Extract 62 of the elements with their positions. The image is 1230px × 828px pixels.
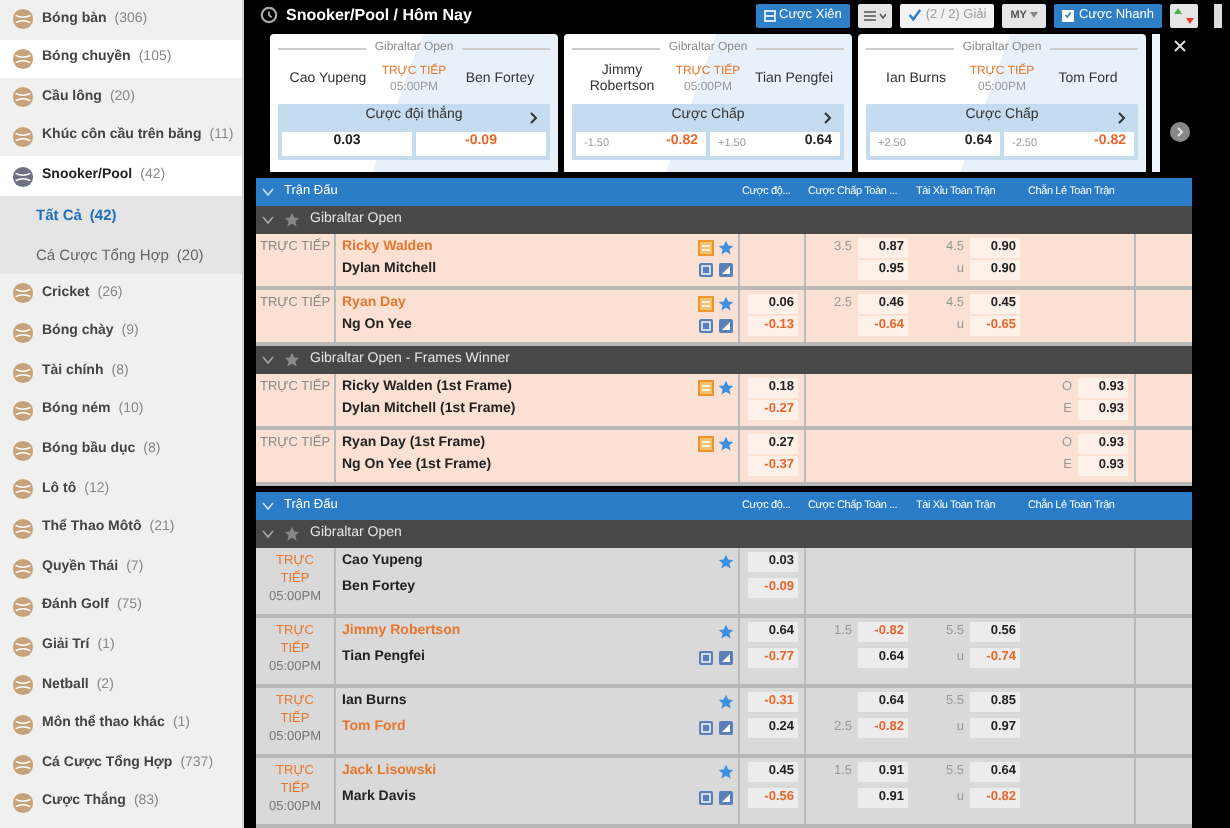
stats-badge-icon[interactable] xyxy=(698,436,714,452)
checkbox[interactable] xyxy=(1062,9,1075,22)
sport-icon xyxy=(12,635,34,658)
chart-icon[interactable] xyxy=(718,262,734,278)
chart-icon[interactable] xyxy=(718,318,734,334)
sport-icon xyxy=(12,400,34,423)
tv-icon[interactable] xyxy=(698,720,714,736)
sport-icon xyxy=(12,126,34,149)
star-icon[interactable] xyxy=(718,554,734,570)
chevron-right-icon[interactable] xyxy=(530,111,538,124)
scroll-handle[interactable] xyxy=(1214,3,1222,28)
tv-icon[interactable] xyxy=(698,262,714,278)
sport-icon xyxy=(12,713,34,736)
chevron-right-icon[interactable] xyxy=(824,111,832,124)
sort-icon xyxy=(863,9,886,22)
sport-icon xyxy=(12,282,34,305)
up-down-icon[interactable] xyxy=(1170,3,1198,28)
sport-icon xyxy=(12,478,34,501)
chevron-down-icon[interactable] xyxy=(262,216,274,224)
close-icon[interactable] xyxy=(1174,39,1186,52)
tv-icon[interactable] xyxy=(698,790,714,806)
sport-icon xyxy=(12,792,34,815)
clock-icon xyxy=(260,6,278,25)
sport-icon xyxy=(12,47,34,70)
check-icon xyxy=(907,8,922,23)
chevron-down-icon[interactable] xyxy=(262,530,274,538)
page-title: Snooker/Pool / Hôm Nay xyxy=(286,3,472,28)
tv-icon[interactable] xyxy=(698,318,714,334)
stats-badge-icon[interactable] xyxy=(698,240,714,256)
stats-badge-icon[interactable] xyxy=(698,380,714,396)
star-icon[interactable] xyxy=(718,296,734,312)
sport-icon xyxy=(12,86,34,109)
sport-icon xyxy=(12,8,34,31)
sport-icon xyxy=(12,753,34,776)
stats-badge-icon[interactable] xyxy=(698,296,714,312)
list-icon xyxy=(763,9,775,22)
card-edge xyxy=(1152,33,1160,172)
star-icon[interactable] xyxy=(284,352,300,368)
chevron-down-icon[interactable] xyxy=(262,356,274,364)
star-icon[interactable] xyxy=(718,624,734,640)
chart-icon[interactable] xyxy=(718,720,734,736)
sport-icon xyxy=(12,322,34,345)
sport-icon xyxy=(12,557,34,580)
chart-icon[interactable] xyxy=(718,790,734,806)
sport-icon xyxy=(12,361,34,384)
sport-icon xyxy=(12,439,34,462)
star-icon[interactable] xyxy=(718,436,734,452)
chart-icon[interactable] xyxy=(718,650,734,666)
sport-icon xyxy=(12,518,34,541)
sport-icon xyxy=(12,596,34,619)
star-icon[interactable] xyxy=(284,212,300,228)
tv-icon[interactable] xyxy=(698,650,714,666)
caret-icon xyxy=(1030,12,1039,19)
star-icon[interactable] xyxy=(284,526,300,542)
star-icon[interactable] xyxy=(718,764,734,780)
chevron-right-icon[interactable] xyxy=(1118,111,1126,124)
sport-icon xyxy=(12,165,34,188)
sport-icon xyxy=(12,674,34,697)
star-icon[interactable] xyxy=(718,694,734,710)
star-icon[interactable] xyxy=(718,380,734,396)
sort-dropdown[interactable] xyxy=(857,3,892,28)
star-icon[interactable] xyxy=(718,240,734,256)
